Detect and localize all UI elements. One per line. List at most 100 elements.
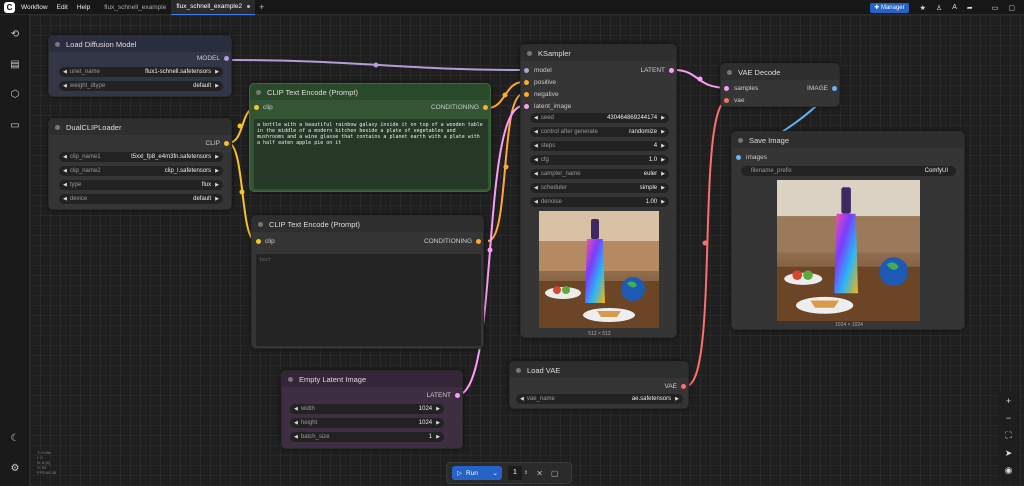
arrow-left-icon[interactable]: ◀: [534, 115, 538, 121]
arrow-left-icon[interactable]: ◀: [294, 434, 298, 440]
stop-icon[interactable]: ▢: [551, 469, 559, 478]
arrow-left-icon[interactable]: ◀: [534, 129, 538, 135]
arrow-left-icon[interactable]: ◀: [534, 199, 538, 205]
output-latent[interactable]: LATENT: [641, 67, 674, 74]
menu-edit[interactable]: Edit: [57, 4, 68, 11]
input-images[interactable]: images: [736, 154, 767, 161]
arrow-right-icon[interactable]: ▶: [661, 157, 665, 163]
arrow-right-icon[interactable]: ▶: [215, 182, 219, 188]
menu-workflow[interactable]: Workflow: [21, 4, 48, 11]
node-vae-decode[interactable]: VAE Decode samples vae IMAGE: [720, 63, 840, 107]
menu-help[interactable]: Help: [77, 4, 90, 11]
output-slot-icon[interactable]: [224, 56, 229, 61]
manager-button[interactable]: ✚ Manager: [870, 2, 909, 13]
input-positive[interactable]: positive: [524, 79, 556, 86]
toggle-links-icon[interactable]: ◉: [1003, 465, 1014, 476]
node-title-bar[interactable]: Empty Latent Image: [282, 371, 462, 387]
folder-icon[interactable]: ▭: [9, 120, 21, 132]
arrow-left-icon[interactable]: ◀: [63, 83, 67, 89]
output-conditioning[interactable]: CONDITIONING: [424, 238, 481, 245]
arrow-right-icon[interactable]: ▶: [661, 115, 665, 121]
widget-unet-name[interactable]: ◀ unet_name flux1-schnell.safetensors ▶: [59, 67, 223, 77]
widget-height[interactable]: ◀ height 1024 ▶: [290, 418, 444, 428]
input-slot-icon[interactable]: [524, 92, 529, 97]
node-ksampler[interactable]: KSampler model positive negative latent_…: [520, 44, 677, 338]
node-dual-clip-loader[interactable]: DualCLIPLoader CLIP ◀ clip_name1 t5xxl_fp8…: [48, 118, 232, 210]
run-button[interactable]: ▷ Run ⌄: [452, 466, 502, 480]
node-clip-text-encode-positive[interactable]: CLIP Text Encode (Prompt) clip CONDITION…: [249, 83, 491, 192]
arrow-left-icon[interactable]: ◀: [534, 157, 538, 163]
input-slot-icon[interactable]: [254, 105, 259, 110]
collapse-dot-icon[interactable]: [55, 41, 60, 47]
input-vae[interactable]: vae: [724, 97, 744, 104]
widget-device[interactable]: ◀ device default ▶: [59, 194, 223, 204]
output-slot-icon[interactable]: [483, 105, 488, 110]
input-samples[interactable]: samples: [724, 85, 758, 92]
output-vae[interactable]: VAE: [664, 383, 686, 390]
widget-clip-name2[interactable]: ◀ clip_name2 clip_l.safetensors ▶: [59, 166, 223, 176]
widget-width[interactable]: ◀ width 1024 ▶: [290, 404, 444, 414]
collapse-dot-icon[interactable]: [727, 69, 732, 75]
widget-weight-dtype[interactable]: ◀ weight_dtype default ▶: [59, 81, 223, 91]
arrow-right-icon[interactable]: ▶: [436, 434, 440, 440]
collapse-dot-icon[interactable]: [256, 89, 261, 95]
arrow-left-icon[interactable]: ◀: [63, 168, 67, 174]
tab-flux-schnell-example[interactable]: flux_schnell_example: [99, 0, 171, 15]
output-slot-icon[interactable]: [224, 141, 229, 146]
node-title-bar[interactable]: Save Image: [732, 132, 964, 148]
arrow-left-icon[interactable]: ◀: [534, 185, 538, 191]
stepper-icon[interactable]: ⇕: [524, 470, 528, 476]
batch-count-input[interactable]: 1: [508, 466, 522, 480]
arrow-left-icon[interactable]: ◀: [294, 420, 298, 426]
node-title-bar[interactable]: KSampler: [521, 45, 676, 61]
share-icon[interactable]: ➦: [967, 4, 973, 12]
cancel-icon[interactable]: ✕: [536, 469, 543, 478]
arrow-left-icon[interactable]: ◀: [63, 154, 67, 160]
input-clip[interactable]: clip: [254, 104, 273, 111]
collapse-dot-icon[interactable]: [738, 137, 743, 143]
node-load-diffusion-model[interactable]: Load Diffusion Model MODEL ◀ unet_name flu…: [48, 35, 232, 97]
node-title-bar[interactable]: Load VAE: [510, 362, 688, 378]
arrow-left-icon[interactable]: ◀: [520, 396, 524, 402]
arrow-right-icon[interactable]: ▶: [661, 129, 665, 135]
collapse-dot-icon[interactable]: [55, 124, 60, 130]
comfy-logo-icon[interactable]: C: [4, 1, 15, 13]
panel-toggle-icon[interactable]: ▭: [992, 4, 999, 12]
window-toggle-icon[interactable]: ▢: [1008, 4, 1015, 12]
arrow-right-icon[interactable]: ▶: [661, 185, 665, 191]
output-slot-icon[interactable]: [832, 86, 837, 91]
arrow-left-icon[interactable]: ◀: [294, 406, 298, 412]
output-image[interactable]: IMAGE: [807, 85, 837, 92]
node-library-icon[interactable]: ⬡: [9, 89, 21, 101]
workflows-icon[interactable]: ▤: [9, 59, 21, 71]
node-load-vae[interactable]: Load VAE VAE ◀ vae_name ae.safetensors ▶: [509, 361, 689, 409]
arrow-left-icon[interactable]: ◀: [63, 182, 67, 188]
theme-toggle-icon[interactable]: ☾: [9, 433, 21, 445]
input-clip[interactable]: clip: [256, 238, 275, 245]
input-slot-icon[interactable]: [256, 239, 261, 244]
input-slot-icon[interactable]: [724, 86, 729, 91]
arrow-right-icon[interactable]: ▶: [215, 196, 219, 202]
prompt-textarea[interactable]: a bottle with a beautiful rainbow galaxy…: [254, 119, 488, 189]
widget-denoise[interactable]: ◀ denoise 1.00 ▶: [530, 197, 669, 207]
node-clip-text-encode-negative[interactable]: CLIP Text Encode (Prompt) clip CONDITION…: [251, 215, 484, 349]
widget-type[interactable]: ◀ type flux ▶: [59, 180, 223, 190]
node-title-bar[interactable]: CLIP Text Encode (Prompt): [252, 216, 483, 232]
output-conditioning[interactable]: CONDITIONING: [431, 104, 488, 111]
input-negative[interactable]: negative: [524, 91, 559, 98]
node-title-bar[interactable]: VAE Decode: [721, 64, 839, 80]
widget-steps[interactable]: ◀ steps 4 ▶: [530, 141, 669, 151]
widget-batch-size[interactable]: ◀ batch_size 1 ▶: [290, 432, 444, 442]
collapse-dot-icon[interactable]: [527, 50, 532, 56]
zoom-out-icon[interactable]: −: [1003, 413, 1014, 424]
arrow-right-icon[interactable]: ▶: [436, 406, 440, 412]
fit-view-icon[interactable]: ⛶: [1003, 430, 1014, 441]
arrow-right-icon[interactable]: ▶: [215, 154, 219, 160]
collapse-dot-icon[interactable]: [258, 221, 263, 227]
input-slot-icon[interactable]: [524, 68, 529, 73]
node-empty-latent-image[interactable]: Empty Latent Image LATENT ◀ width 1024 ▶ ◀ h…: [281, 370, 463, 449]
output-slot-icon[interactable]: [476, 239, 481, 244]
arrow-left-icon[interactable]: ◀: [63, 196, 67, 202]
tab-flux-schnell-example2[interactable]: flux_schnell_example2: [171, 0, 256, 15]
arrow-left-icon[interactable]: ◀: [63, 69, 67, 75]
